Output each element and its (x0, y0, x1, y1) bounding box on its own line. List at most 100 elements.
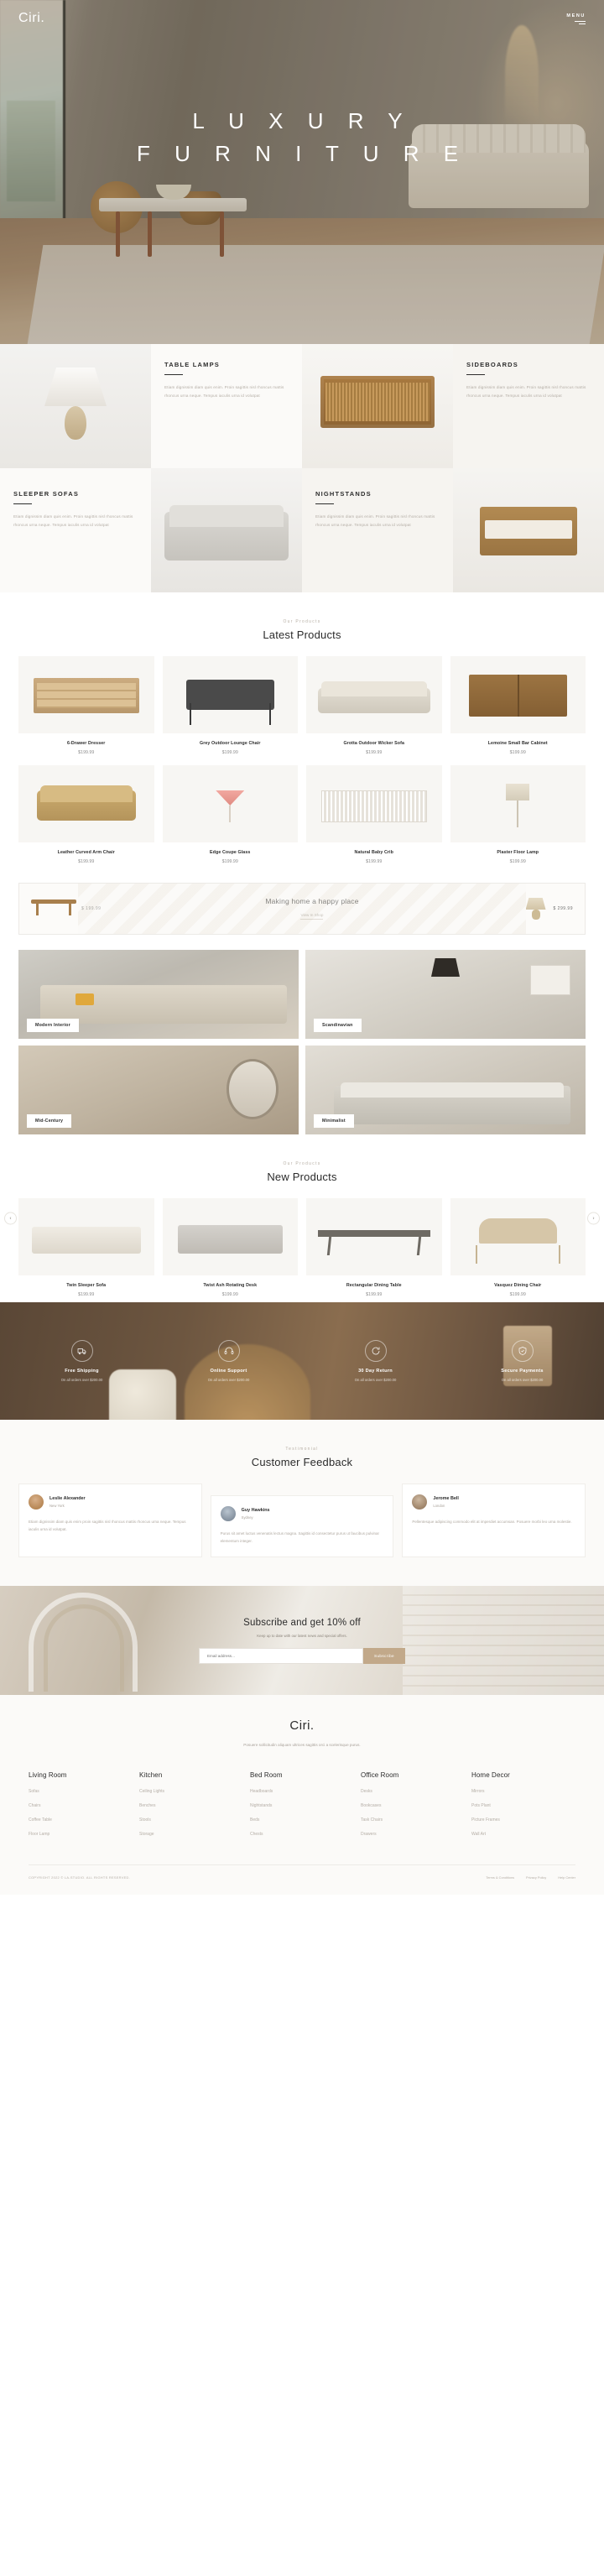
room-tag: Mid-Century (27, 1114, 72, 1128)
promo-pattern (78, 884, 526, 934)
product-name: Leather Curved Arm Chair (57, 850, 115, 855)
product-price: $199.99 (78, 750, 95, 755)
footer-column-heading: Bed Room (250, 1771, 283, 1780)
category-card-sleeper-sofas[interactable]: SLEEPER SOFAS Etiam dignissim diam quis … (0, 468, 151, 592)
chevron-left-icon: ‹ (9, 1216, 12, 1221)
newsletter-form: Subscribe (198, 1647, 406, 1664)
product-card[interactable]: Lemoine Small Bar Cabinet $199.99 (450, 656, 586, 755)
footer-link[interactable]: Mirrors (471, 1789, 575, 1794)
feature-subtitle: On all orders over $200.00 (501, 1378, 544, 1382)
footer-link[interactable]: Coffee Table (29, 1817, 133, 1822)
footer-link[interactable]: Floor Lamp (29, 1832, 133, 1837)
product-card[interactable]: Plaster Floor Lamp $199.99 (450, 765, 586, 864)
section-header: Testimonial Customer Feedback (0, 1442, 604, 1484)
product-card[interactable]: Natural Baby Crib $199.99 (306, 765, 442, 864)
category-card-nightstands[interactable]: NIGHTSTANDS Etiam dignissim diam quis en… (302, 468, 453, 592)
carousel-prev-button[interactable]: ‹ (4, 1212, 17, 1225)
product-price: $199.99 (221, 750, 238, 755)
menu-button[interactable]: MENU (566, 13, 586, 24)
footer-link[interactable]: Chests (250, 1832, 354, 1837)
footer-link[interactable]: Benches (139, 1803, 243, 1808)
feature-free-shipping: Free Shipping On all orders over $200.00 (8, 1340, 155, 1382)
product-price: $199.99 (366, 859, 383, 864)
truck-icon (70, 1340, 93, 1362)
section-title: New Products (267, 1171, 337, 1183)
footer-link[interactable]: Nightstands (250, 1803, 354, 1808)
footer-column-heading: Living Room (29, 1771, 67, 1780)
product-name: Natural Baby Crib (354, 850, 393, 855)
product-image (306, 1198, 442, 1275)
product-name: Edge Coupe Glass (210, 850, 251, 855)
room-card-scandinavian[interactable]: Scandinavian (305, 950, 586, 1039)
product-price: $199.99 (366, 1292, 383, 1297)
section-header: Our Products New Products (0, 1134, 604, 1198)
hero-title-line-2: F U R N I T U R E (136, 141, 468, 166)
product-card[interactable]: Leather Curved Arm Chair $199.99 (18, 765, 154, 864)
footer-link[interactable]: Bookcases (361, 1803, 465, 1808)
product-card[interactable]: Twist Ash Rotating Desk $199.99 (162, 1198, 298, 1297)
footer-link[interactable]: Drawers (361, 1832, 465, 1837)
category-description: Etiam dignissim diam quis enim. Proin sa… (164, 385, 284, 398)
product-price: $199.99 (221, 859, 238, 864)
help-center-link[interactable]: Help Center (558, 1875, 575, 1880)
brand-logo[interactable]: Ciri. (18, 11, 44, 26)
testimonial-text: Pellentesque adipiscing commodo elit at … (412, 1520, 572, 1524)
product-card[interactable]: Grotta Outdoor Wicker Sofa $199.99 (306, 656, 442, 755)
category-description: Etiam dignissim diam quis enim. Proin sa… (13, 514, 133, 527)
feature-title: 30 Day Return (358, 1369, 393, 1374)
sideboard-image (302, 344, 453, 468)
room-card-minimalist[interactable]: Minimalist (305, 1046, 586, 1134)
footer-link[interactable]: Beds (250, 1817, 354, 1822)
room-card-mid-century[interactable]: Mid-Century (18, 1046, 299, 1134)
footer-link[interactable]: Storage (139, 1832, 243, 1837)
product-price: $199.99 (221, 1292, 238, 1297)
product-card[interactable]: Vasquez Dining Chair $199.99 (450, 1198, 586, 1297)
testimonial-card: Leslie Alexander New York Etiam dignissi… (18, 1484, 202, 1558)
privacy-link[interactable]: Privacy Policy (526, 1875, 546, 1880)
email-input[interactable] (198, 1647, 363, 1664)
room-card-modern-interior[interactable]: Modern Interior (18, 950, 299, 1039)
divider (466, 374, 485, 376)
category-card-table-lamps[interactable]: TABLE LAMPS Etiam dignissim diam quis en… (151, 344, 302, 468)
footer-link[interactable]: Stools (139, 1817, 243, 1822)
footer-link[interactable]: Ceiling Lights (139, 1789, 243, 1794)
hero-section: Ciri. MENU L U X U R Y F U R N I T U R E (0, 0, 604, 344)
product-card[interactable]: 6-Drawer Dresser $199.99 (18, 656, 154, 755)
section-title: Customer Feedback (251, 1456, 353, 1468)
terms-link[interactable]: Terms & Conditions (486, 1875, 514, 1880)
product-price: $199.99 (509, 1292, 526, 1297)
category-image-nightstands[interactable] (453, 468, 604, 592)
product-card[interactable]: Grey Outdoor Lounge Chair $199.99 (162, 656, 298, 755)
footer-link[interactable]: Pots Plant (471, 1803, 575, 1808)
hero-title: L U X U R Y F U R N I T U R E (0, 105, 604, 170)
product-card[interactable]: Rectangular Dining Table $199.99 (306, 1198, 442, 1297)
subscribe-button[interactable]: Subscribe (362, 1647, 406, 1664)
promo-banner[interactable]: $ 199.99 Making home a happy place View … (18, 883, 586, 935)
section-kicker: Testimonial (285, 1447, 319, 1452)
category-card-sideboards[interactable]: SIDEBOARDS Etiam dignissim diam quis eni… (453, 344, 604, 468)
refresh-icon (364, 1340, 387, 1362)
footer-column-kitchen: Kitchen Ceiling Lights Benches Stools St… (139, 1771, 243, 1846)
footer-link[interactable]: Wall Art (471, 1832, 575, 1837)
hero-title-line-1: L U X U R Y (192, 108, 412, 133)
carousel-next-button[interactable]: › (587, 1212, 600, 1225)
product-card[interactable]: Edge Coupe Glass $199.99 (162, 765, 298, 864)
section-kicker: Our Products (283, 1161, 321, 1166)
category-image-table-lamps[interactable] (0, 344, 151, 468)
promo-lamp-image (523, 896, 549, 921)
footer-link[interactable]: Picture Frames (471, 1817, 575, 1822)
testimonial-header: Guy Hawkins Sydney (220, 1506, 384, 1521)
footer-link[interactable]: Sofas (29, 1789, 133, 1794)
product-name: Twin Sleeper Sofa (66, 1283, 107, 1288)
category-image-sideboards[interactable] (302, 344, 453, 468)
footer-link[interactable]: Chairs (29, 1803, 133, 1808)
category-image-sleeper-sofas[interactable] (151, 468, 302, 592)
feature-title: Secure Payments (501, 1369, 544, 1374)
footer-link[interactable]: Headboards (250, 1789, 354, 1794)
footer-link[interactable]: Task Chairs (361, 1817, 465, 1822)
product-card[interactable]: Twin Sleeper Sofa $199.99 (18, 1198, 154, 1297)
product-name: Plaster Floor Lamp (497, 850, 539, 855)
footer-link[interactable]: Desks (361, 1789, 465, 1794)
newsletter-title: Subscribe and get 10% off (243, 1617, 361, 1628)
menu-label: MENU (566, 13, 586, 18)
